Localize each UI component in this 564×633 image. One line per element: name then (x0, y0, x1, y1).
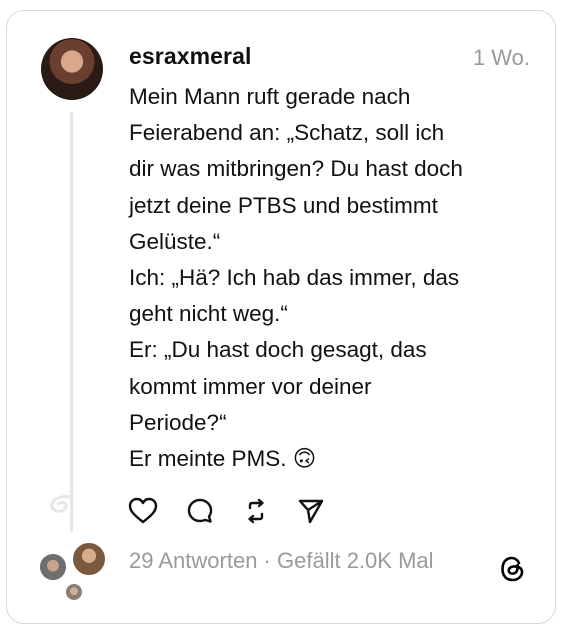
post-line: geht nicht weg.“ (129, 301, 288, 327)
post-line: dir was mitbringen? Du hast doch (129, 156, 463, 182)
replies-count[interactable]: 29 Antworten (129, 548, 257, 573)
repost-icon[interactable] (241, 496, 271, 526)
replier-avatar (38, 552, 68, 582)
replier-avatar (71, 541, 107, 577)
post-body: Mein Mann ruft gerade nach Feierabend an… (129, 79, 529, 477)
send-icon[interactable] (296, 496, 326, 526)
threads-logo-icon (501, 556, 524, 582)
post-line: Ich: „Hä? Ich hab das immer, das (129, 265, 460, 291)
likes-count[interactable]: Gefällt 2.0K Mal (277, 548, 434, 573)
stats-separator: · (257, 548, 277, 573)
post-line: kommt immer vor deiner (129, 373, 372, 399)
post-line: Mein Mann ruft gerade nach (129, 84, 411, 109)
post-line: Gelüste.“ (129, 228, 221, 254)
post-timestamp[interactable]: 1 Wo. (473, 45, 530, 71)
post-line: Feierabend an: „Schatz, soll ich (129, 120, 445, 146)
post-line: jetzt deine PTBS und bestimmt (129, 192, 438, 218)
thread-line (70, 112, 73, 532)
post-line: Er meinte PMS. 🙃 (129, 446, 317, 472)
post-line: Periode?“ (129, 409, 227, 435)
thread-end-loop-icon (50, 495, 74, 513)
heart-icon[interactable] (128, 496, 158, 526)
replier-avatar (64, 582, 84, 602)
comment-icon[interactable] (185, 496, 215, 526)
post-username[interactable]: esraxmeral (129, 43, 252, 70)
post-stats: 29 Antworten · Gefällt 2.0K Mal (129, 548, 434, 574)
user-avatar[interactable] (41, 38, 103, 100)
post-line: Er: „Du hast doch gesagt, das (129, 337, 427, 363)
